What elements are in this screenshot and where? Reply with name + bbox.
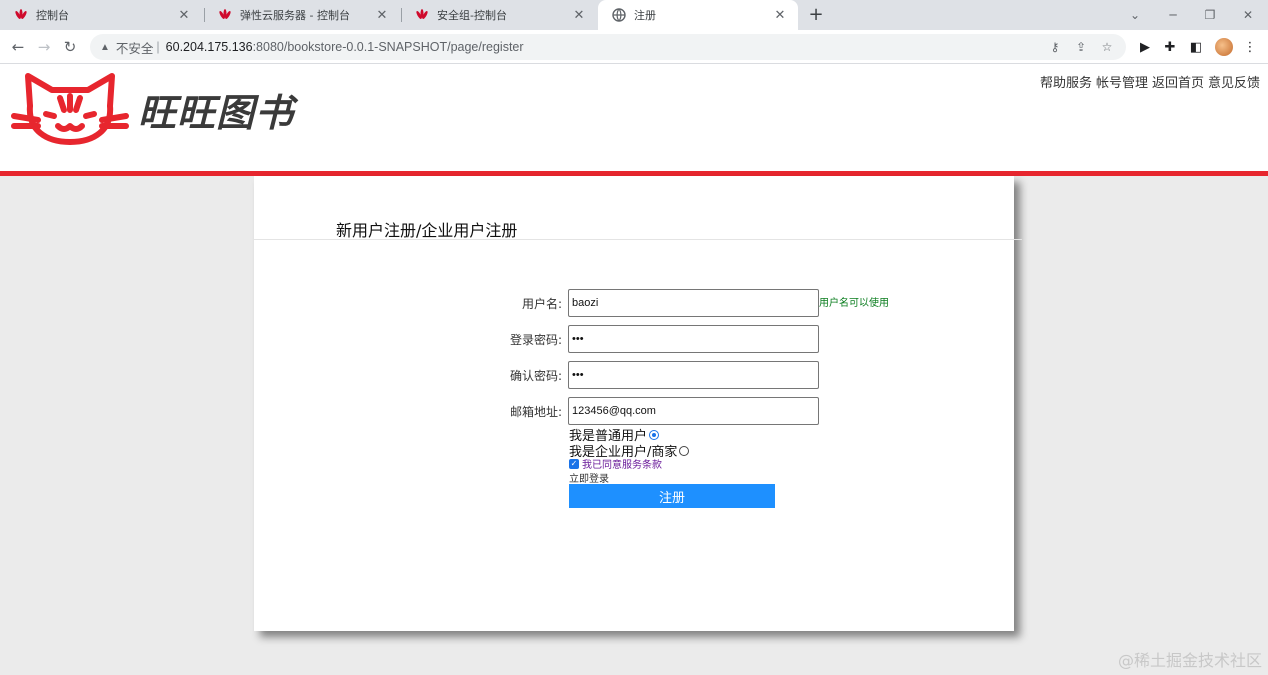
password-row: 登录密码:: [254, 325, 1014, 353]
address-bar[interactable]: ▲ 不安全 | 60.204.175.136 :8080/bookstore-0…: [90, 34, 1126, 60]
password-label: 登录密码:: [509, 333, 562, 347]
back-button[interactable]: ←: [6, 35, 30, 59]
key-icon[interactable]: ⚷: [1046, 38, 1064, 56]
page-content: 旺旺图书 帮助服务 帐号管理 返回首页 意见反馈 新用户注册/企业用户注册 用户…: [0, 64, 1268, 675]
page-title: 新用户注册/企业用户注册: [336, 221, 518, 240]
close-icon[interactable]: ✕: [176, 7, 192, 23]
close-icon[interactable]: ✕: [772, 7, 788, 23]
tab-console[interactable]: 控制台 ✕: [0, 0, 202, 30]
password-input[interactable]: [568, 325, 819, 353]
minimize-button[interactable]: ─: [1155, 0, 1191, 30]
agree-checkbox[interactable]: ✓: [569, 458, 579, 469]
url-host: 60.204.175.136: [165, 40, 253, 54]
username-label: 用户名:: [521, 297, 562, 311]
title-divider: [254, 239, 1022, 240]
tab-register[interactable]: 注册 ✕: [598, 0, 798, 30]
side-panel-icon[interactable]: ◧: [1184, 35, 1208, 59]
site-brand[interactable]: 旺旺图书: [138, 82, 294, 137]
reload-button[interactable]: ↻: [58, 35, 82, 59]
username-input[interactable]: [568, 289, 819, 317]
warning-icon: ▲: [100, 41, 110, 53]
address-separator: |: [156, 40, 160, 54]
tab-title: 弹性云服务器 - 控制台: [240, 9, 350, 22]
site-header: 旺旺图书 帮助服务 帐号管理 返回首页 意见反馈: [0, 64, 1268, 171]
email-row: 邮箱地址:: [254, 397, 1014, 425]
extensions-puzzle-icon[interactable]: ✚: [1158, 35, 1182, 59]
agree-label[interactable]: 我已同意服务条款: [582, 456, 662, 471]
confirm-password-input[interactable]: [568, 361, 819, 389]
browser-tab-strip: 控制台 ✕ 弹性云服务器 - 控制台 ✕ 安全组-控制台 ✕ 注册 ✕ + ⌄ …: [0, 0, 1268, 30]
nav-account[interactable]: 帐号管理: [1096, 72, 1148, 91]
tab-ecs-console[interactable]: 弹性云服务器 - 控制台 ✕: [204, 0, 400, 30]
new-tab-button[interactable]: +: [806, 5, 826, 25]
close-icon[interactable]: ✕: [571, 7, 587, 23]
globe-icon: [612, 8, 626, 22]
huawei-cloud-icon: [416, 9, 428, 19]
radio-personal[interactable]: [649, 429, 660, 440]
terms-agreement[interactable]: ✓ 我已同意服务条款: [569, 456, 662, 471]
tab-security-group[interactable]: 安全组-控制台 ✕: [401, 0, 597, 30]
huawei-cloud-icon: [219, 9, 231, 19]
close-icon[interactable]: ✕: [374, 7, 390, 23]
security-label: 不安全: [115, 41, 154, 56]
address-bar-actions: ⚷ ⇪ ☆: [1046, 38, 1116, 56]
star-icon[interactable]: ☆: [1098, 38, 1116, 56]
register-panel: 新用户注册/企业用户注册 用户名: 用户名可以使用 登录密码: 确认密码: 邮箱…: [254, 176, 1022, 631]
close-window-button[interactable]: ✕: [1230, 0, 1266, 30]
cat-logo-icon[interactable]: [10, 70, 130, 146]
watermark: @稀土掘金技术社区: [1117, 651, 1262, 670]
register-button[interactable]: 注册: [569, 484, 775, 508]
tab-title: 控制台: [36, 9, 69, 22]
avatar: [1215, 38, 1233, 56]
restore-button[interactable]: ❐: [1192, 0, 1228, 30]
extension-terminal-icon[interactable]: ▶: [1133, 35, 1157, 59]
nav-help[interactable]: 帮助服务: [1040, 72, 1092, 91]
radio-business[interactable]: [679, 445, 690, 456]
tab-title: 安全组-控制台: [437, 9, 507, 22]
confirm-password-label: 确认密码:: [509, 369, 562, 383]
profile-avatar[interactable]: [1212, 35, 1236, 59]
nav-home[interactable]: 返回首页: [1152, 72, 1204, 91]
top-navigation: 帮助服务 帐号管理 返回首页 意见反馈: [1040, 72, 1260, 91]
login-link[interactable]: 立即登录: [569, 470, 609, 485]
tab-search-icon[interactable]: ⌄: [1117, 0, 1153, 30]
username-row: 用户名: 用户名可以使用: [254, 289, 1014, 317]
forward-button[interactable]: →: [32, 35, 56, 59]
menu-kebab-icon[interactable]: ⋮: [1238, 35, 1262, 59]
huawei-cloud-icon: [15, 9, 27, 19]
nav-feedback[interactable]: 意见反馈: [1208, 72, 1260, 91]
email-label: 邮箱地址:: [509, 405, 562, 419]
share-icon[interactable]: ⇪: [1072, 38, 1090, 56]
email-input[interactable]: [568, 397, 819, 425]
username-status: 用户名可以使用: [819, 298, 889, 309]
tab-title: 注册: [634, 9, 656, 22]
browser-toolbar: ← → ↻ ▲ 不安全 | 60.204.175.136 :8080/books…: [0, 30, 1268, 64]
confirm-password-row: 确认密码:: [254, 361, 1014, 389]
url-path: :8080/bookstore-0.0.1-SNAPSHOT/page/regi…: [252, 40, 524, 54]
